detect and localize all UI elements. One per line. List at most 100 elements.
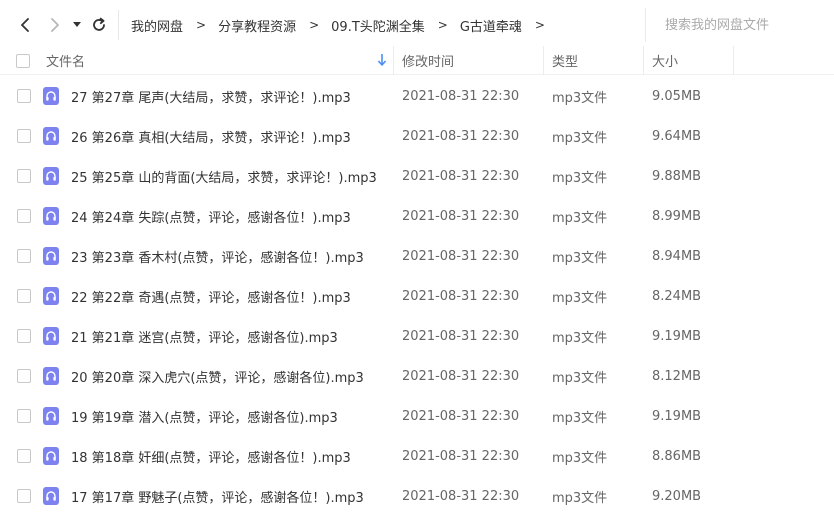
breadcrumb-separator: > (196, 18, 207, 32)
file-modified-time: 2021-08-31 22:30 (402, 288, 520, 304)
file-row[interactable]: 26 第26章 真相(大结局，求赞，求评论！).mp3 2021-08-31 2… (0, 116, 834, 156)
file-type: mp3文件 (552, 290, 608, 306)
file-row[interactable]: 24 第24章 失踪(点赞，评论，感谢各位！).mp3 2021-08-31 2… (0, 196, 834, 236)
column-header-name[interactable]: 文件名 (46, 46, 394, 75)
file-modified-time: 2021-08-31 22:30 (402, 168, 520, 184)
breadcrumb: 我的网盘 > 分享教程资源 > 09.T头陀渊全集 > G古道牵魂 > (131, 16, 557, 35)
file-type: mp3文件 (552, 330, 608, 346)
breadcrumb-separator[interactable]: > (535, 18, 545, 32)
sort-down-arrow-icon (377, 54, 387, 66)
file-modified-time: 2021-08-31 22:30 (402, 128, 520, 144)
file-size: 9.20MB (652, 488, 702, 504)
file-row[interactable]: 21 第21章 迷宫(点赞，评论，感谢各位).mp3 2021-08-31 22… (0, 316, 834, 356)
file-modified-time: 2021-08-31 22:30 (402, 88, 520, 104)
file-type: mp3文件 (552, 490, 608, 506)
row-checkbox[interactable] (17, 169, 31, 183)
headphones-icon (43, 207, 59, 225)
file-name[interactable]: 26 第26章 真相(大结局，求赞，求评论！).mp3 (71, 116, 351, 156)
file-modified-time: 2021-08-31 22:30 (402, 408, 520, 424)
file-name[interactable]: 21 第21章 迷宫(点赞，评论，感谢各位).mp3 (71, 316, 338, 356)
headphones-icon (43, 327, 59, 345)
file-name[interactable]: 24 第24章 失踪(点赞，评论，感谢各位！).mp3 (71, 196, 351, 236)
file-modified-time: 2021-08-31 22:30 (402, 248, 520, 264)
headphones-icon (43, 127, 59, 145)
column-header-type[interactable]: 类型 (544, 46, 644, 75)
file-type: mp3文件 (552, 130, 608, 146)
file-type: mp3文件 (552, 370, 608, 386)
row-checkbox[interactable] (17, 209, 31, 223)
headphones-icon (43, 87, 59, 105)
file-size: 8.99MB (652, 208, 702, 224)
file-name[interactable]: 18 第18章 奸细(点赞，评论，感谢各位！).mp3 (71, 436, 351, 476)
headphones-icon (43, 407, 59, 425)
file-row[interactable]: 23 第23章 香木村(点赞，评论，感谢各位！).mp3 2021-08-31 … (0, 236, 834, 276)
breadcrumb-separator: > (437, 18, 448, 32)
file-modified-time: 2021-08-31 22:30 (402, 488, 520, 504)
row-checkbox[interactable] (17, 89, 31, 103)
history-dropdown-button[interactable] (70, 13, 84, 37)
file-type: mp3文件 (552, 210, 608, 226)
headphones-icon (43, 367, 59, 385)
chevron-left-icon (21, 18, 29, 32)
file-size: 8.12MB (652, 368, 702, 384)
file-name[interactable]: 19 第19章 潜入(点赞，评论，感谢各位).mp3 (71, 396, 338, 436)
column-header-type-label: 类型 (552, 55, 579, 70)
file-type: mp3文件 (552, 250, 608, 266)
row-checkbox[interactable] (17, 249, 31, 263)
top-bar: 我的网盘 > 分享教程资源 > 09.T头陀渊全集 > G古道牵魂 > (0, 0, 834, 50)
row-checkbox[interactable] (17, 449, 31, 463)
file-name[interactable]: 17 第17章 野魅子(点赞，评论，感谢各位！).mp3 (71, 476, 364, 516)
column-header-time-label: 修改时间 (402, 55, 455, 70)
breadcrumb-item-root[interactable]: 我的网盘 (131, 16, 183, 35)
headphones-icon (43, 287, 59, 305)
column-header-time[interactable]: 修改时间 (394, 46, 544, 75)
forward-button[interactable] (44, 13, 66, 37)
breadcrumb-item-current[interactable]: G古道牵魂 (460, 16, 522, 35)
row-checkbox[interactable] (17, 289, 31, 303)
row-checkbox[interactable] (17, 409, 31, 423)
file-name[interactable]: 25 第25章 山的背面(大结局，求赞，求评论！).mp3 (71, 156, 377, 196)
column-header-name-label: 文件名 (46, 55, 86, 70)
file-row[interactable]: 27 第27章 尾声(大结局，求赞，求评论！).mp3 2021-08-31 2… (0, 76, 834, 116)
row-checkbox[interactable] (17, 129, 31, 143)
file-name[interactable]: 22 第22章 奇遇(点赞，评论，感谢各位！).mp3 (71, 276, 351, 316)
file-type: mp3文件 (552, 450, 608, 466)
back-button[interactable] (14, 13, 36, 37)
search-input[interactable] (646, 8, 834, 42)
column-header-size[interactable]: 大小 (644, 46, 734, 75)
file-row[interactable]: 20 第20章 深入虎穴(点赞，评论，感谢各位).mp3 2021-08-31 … (0, 356, 834, 396)
select-all-cell (16, 46, 32, 75)
toolbar-divider (118, 10, 119, 40)
file-name[interactable]: 23 第23章 香木村(点赞，评论，感谢各位！).mp3 (71, 236, 364, 276)
row-checkbox[interactable] (17, 369, 31, 383)
file-list: 27 第27章 尾声(大结局，求赞，求评论！).mp3 2021-08-31 2… (0, 76, 834, 516)
file-size: 9.05MB (652, 88, 702, 104)
file-row[interactable]: 17 第17章 野魅子(点赞，评论，感谢各位！).mp3 2021-08-31 … (0, 476, 834, 516)
file-size: 8.86MB (652, 448, 702, 464)
file-modified-time: 2021-08-31 22:30 (402, 328, 520, 344)
file-name[interactable]: 27 第27章 尾声(大结局，求赞，求评论！).mp3 (71, 76, 351, 116)
file-row[interactable]: 19 第19章 潜入(点赞，评论，感谢各位).mp3 2021-08-31 22… (0, 396, 834, 436)
file-row[interactable]: 18 第18章 奸细(点赞，评论，感谢各位！).mp3 2021-08-31 2… (0, 436, 834, 476)
breadcrumb-item-collection[interactable]: 09.T头陀渊全集 (331, 16, 425, 35)
breadcrumb-item-share[interactable]: 分享教程资源 (218, 16, 296, 35)
file-size: 9.88MB (652, 168, 702, 184)
select-all-checkbox[interactable] (16, 53, 30, 68)
search-box (645, 8, 834, 42)
chevron-right-icon (51, 18, 59, 32)
file-size: 8.94MB (652, 248, 702, 264)
file-size: 9.19MB (652, 408, 702, 424)
headphones-icon (43, 487, 59, 505)
row-checkbox[interactable] (17, 489, 31, 503)
file-name[interactable]: 20 第20章 深入虎穴(点赞，评论，感谢各位).mp3 (71, 356, 364, 396)
file-size: 9.64MB (652, 128, 702, 144)
file-list-header: 文件名 修改时间 类型 大小 (0, 46, 834, 75)
caret-down-icon (73, 22, 81, 27)
file-row[interactable]: 25 第25章 山的背面(大结局，求赞，求评论！).mp3 2021-08-31… (0, 156, 834, 196)
file-size: 8.24MB (652, 288, 702, 304)
headphones-icon (43, 447, 59, 465)
refresh-button[interactable] (88, 13, 110, 37)
refresh-icon (93, 17, 105, 31)
row-checkbox[interactable] (17, 329, 31, 343)
file-row[interactable]: 22 第22章 奇遇(点赞，评论，感谢各位！).mp3 2021-08-31 2… (0, 276, 834, 316)
